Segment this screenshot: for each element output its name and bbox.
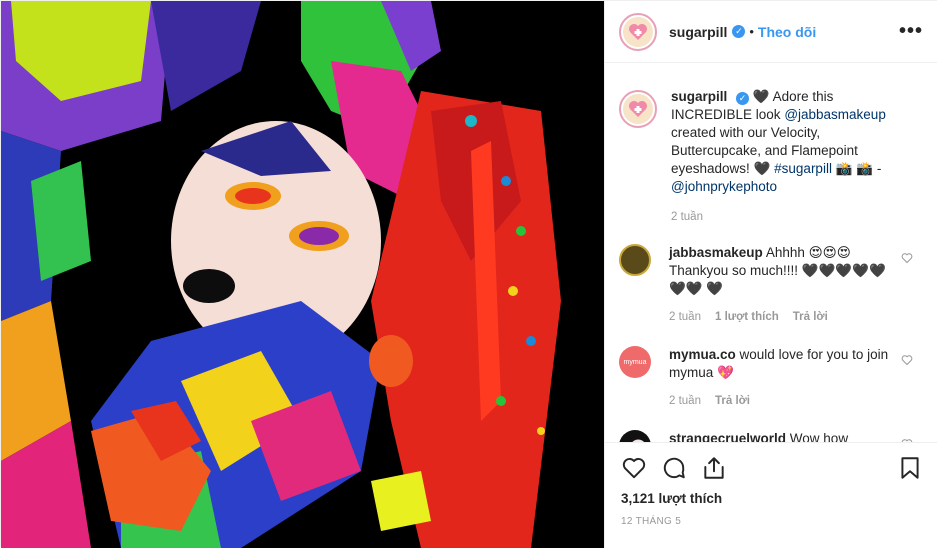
caption-mention-jabbasmakeup[interactable]: @jabbasmakeup [784,107,886,122]
caption-emoji-tail: 📸 📸 - [835,161,882,176]
comment-username[interactable]: jabbasmakeup [669,245,763,260]
comment-text: Wow how [789,431,849,442]
commenter-avatar[interactable] [619,430,651,442]
like-comment-icon[interactable] [901,354,913,366]
body-paint-portrait-image [1,1,604,548]
comment-body: jabbasmakeup Ahhhh 😍😍😍 Thankyou so much!… [669,244,901,326]
like-comment-icon[interactable] [901,252,913,264]
like-count[interactable]: 3,121 lượt thích [621,491,923,506]
post-date[interactable]: 12 THÁNG 5 [621,516,923,527]
comment-body: strangecruelworld Wow how [669,430,901,442]
mymua-logo-text: mymua [623,358,647,366]
caption-meta: 2 tuần [671,208,903,226]
comment-item: strangecruelworld Wow how [619,430,923,442]
author-username[interactable]: sugarpill [669,24,727,40]
caption-hashtag[interactable]: #sugarpill [774,161,832,176]
sugarpill-logo-icon [623,94,653,124]
comment-item: mymua mymua.co would love for you to joi… [619,346,923,410]
caption-body: sugarpill ✓ 🖤 Adore this INCREDIBLE look… [671,88,903,226]
comment-time[interactable]: 2 tuần [669,308,701,326]
post-photo[interactable] [1,1,604,548]
verified-badge-icon: ✓ [736,92,750,105]
comments-list[interactable]: sugarpill ✓ 🖤 Adore this INCREDIBLE look… [605,64,937,442]
caption-emoji: 🖤 [752,89,770,104]
commenter-avatar[interactable]: mymua [619,346,651,378]
commenter-avatar[interactable] [619,244,651,276]
comment-likes[interactable]: 1 lượt thích [715,308,779,326]
action-bar [621,443,923,493]
heart-icon[interactable] [621,455,647,481]
post-footer: 3,121 lượt thích 12 THÁNG 5 [605,442,937,548]
bookmark-icon[interactable] [897,455,923,481]
instagram-post: sugarpill ✓ • Theo dõi ••• sugarpill ✓ 🖤… [0,0,937,548]
comment-icon[interactable] [661,455,687,481]
comment-meta: 2 tuần Trả lời [669,392,901,410]
author-avatar[interactable] [619,12,657,51]
caption-emoji-mid: 🖤 [753,161,771,176]
comment-item: jabbasmakeup Ahhhh 😍😍😍 Thankyou so much!… [619,244,923,326]
comment-body: mymua.co would love for you to join mymu… [669,346,901,410]
sugarpill-logo-icon [623,16,653,47]
comment-username[interactable]: strangecruelworld [669,431,786,442]
comment-username[interactable]: mymua.co [669,347,736,362]
verified-badge-icon: ✓ [732,25,746,38]
reply-button[interactable]: Trả lời [793,308,828,326]
more-options-icon[interactable]: ••• [899,20,923,43]
reply-button[interactable]: Trả lời [715,392,750,410]
caption: sugarpill ✓ 🖤 Adore this INCREDIBLE look… [619,88,923,226]
post-header: sugarpill ✓ • Theo dõi ••• [605,1,937,63]
post-details-pane: sugarpill ✓ • Theo dõi ••• sugarpill ✓ 🖤… [604,1,937,548]
share-icon[interactable] [701,455,727,481]
separator: • [749,24,754,39]
caption-username[interactable]: sugarpill [671,89,727,104]
comment-meta: 2 tuần 1 lượt thích Trả lời [669,308,901,326]
comment-time[interactable]: 2 tuần [669,392,701,410]
caption-author-avatar[interactable] [619,90,657,128]
caption-time[interactable]: 2 tuần [671,208,703,226]
follow-button[interactable]: Theo dõi [758,24,816,40]
caption-mention-photographer[interactable]: @johnprykephoto [671,179,777,194]
